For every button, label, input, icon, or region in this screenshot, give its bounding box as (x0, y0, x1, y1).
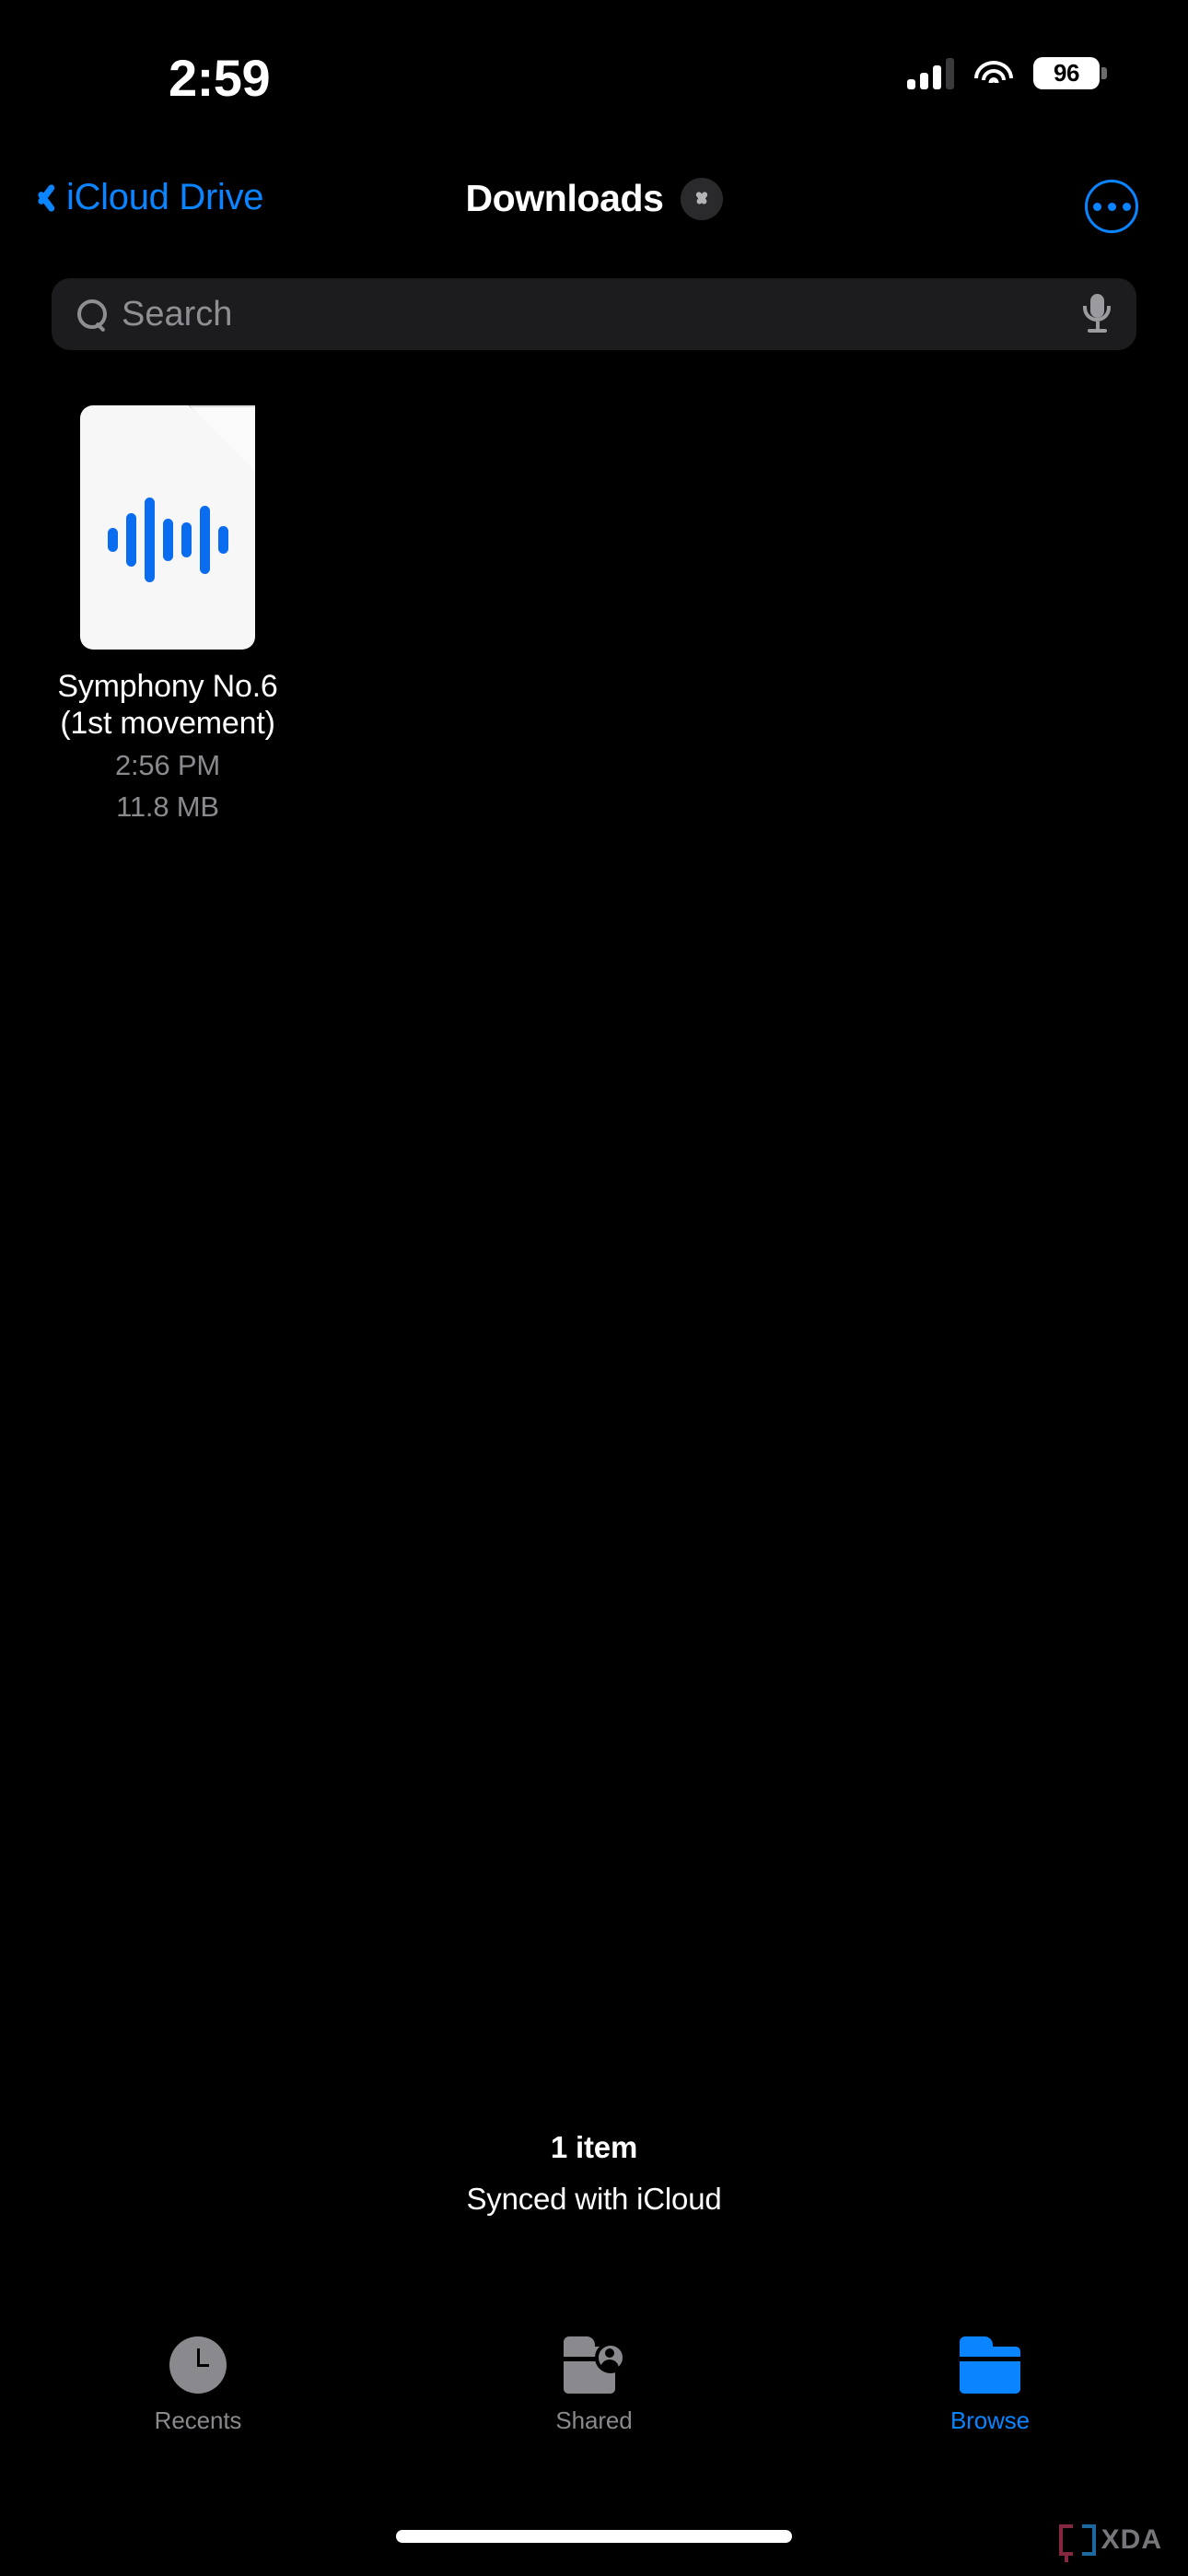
shared-folder-icon (562, 2336, 626, 2394)
folder-disclosure-button[interactable] (680, 177, 723, 220)
sync-status-label: Synced with iCloud (466, 2182, 722, 2216)
wifi-icon (974, 59, 1013, 88)
audio-document-icon (80, 405, 255, 650)
file-name: Symphony No.6 (1st movement) (43, 668, 292, 742)
folder-status: 1 item Synced with iCloud (0, 2130, 1188, 2217)
waveform-icon (80, 494, 255, 586)
iphone-screen: 2:59 96 iCloud Drive Downloads Search Sy… (0, 0, 1188, 2576)
file-name-line1: Symphony No.6 (57, 669, 278, 704)
cellular-signal-icon (907, 57, 954, 89)
file-size: 11.8 MB (116, 790, 219, 823)
home-indicator[interactable] (396, 2530, 792, 2543)
status-bar-time: 2:59 (169, 49, 271, 107)
search-bar[interactable] (52, 278, 1136, 350)
file-item[interactable]: Symphony No.6 (1st movement) 2:56 PM 11.… (43, 405, 292, 825)
back-button[interactable]: iCloud Drive (33, 177, 264, 218)
clock-icon (169, 2336, 227, 2394)
back-button-label: iCloud Drive (66, 177, 264, 217)
status-bar: 2:59 96 (0, 0, 1188, 157)
chevron-left-icon (33, 180, 53, 217)
navigation-bar: iCloud Drive Downloads (0, 164, 1188, 260)
battery-percentage: 96 (1054, 59, 1079, 87)
xda-bracket-icon (1058, 2524, 1096, 2562)
item-count-label: 1 item (550, 2130, 638, 2164)
tab-recents-label: Recents (154, 2406, 242, 2434)
search-input[interactable] (122, 294, 1083, 334)
status-bar-indicators: 96 (907, 57, 1107, 89)
tab-shared-label: Shared (555, 2406, 633, 2434)
tab-recents[interactable]: Recents (0, 2325, 396, 2464)
file-name-line2: (1st movement) (60, 706, 275, 741)
tab-browse[interactable]: Browse (792, 2325, 1188, 2464)
folder-icon (960, 2336, 1020, 2394)
battery-icon: 96 (1033, 57, 1107, 89)
xda-watermark: XDA (1058, 2524, 1162, 2562)
search-icon (77, 299, 107, 329)
chevron-down-icon (692, 193, 712, 205)
tab-shared[interactable]: Shared (396, 2325, 792, 2464)
file-time: 2:56 PM (114, 749, 221, 781)
page-title: Downloads (465, 177, 664, 219)
microphone-icon[interactable] (1083, 294, 1111, 334)
xda-watermark-text: XDA (1101, 2524, 1162, 2555)
more-options-button[interactable] (1085, 180, 1138, 233)
tab-bar: Recents Shared Browse (0, 2325, 1188, 2464)
tab-browse-label: Browse (949, 2406, 1031, 2434)
